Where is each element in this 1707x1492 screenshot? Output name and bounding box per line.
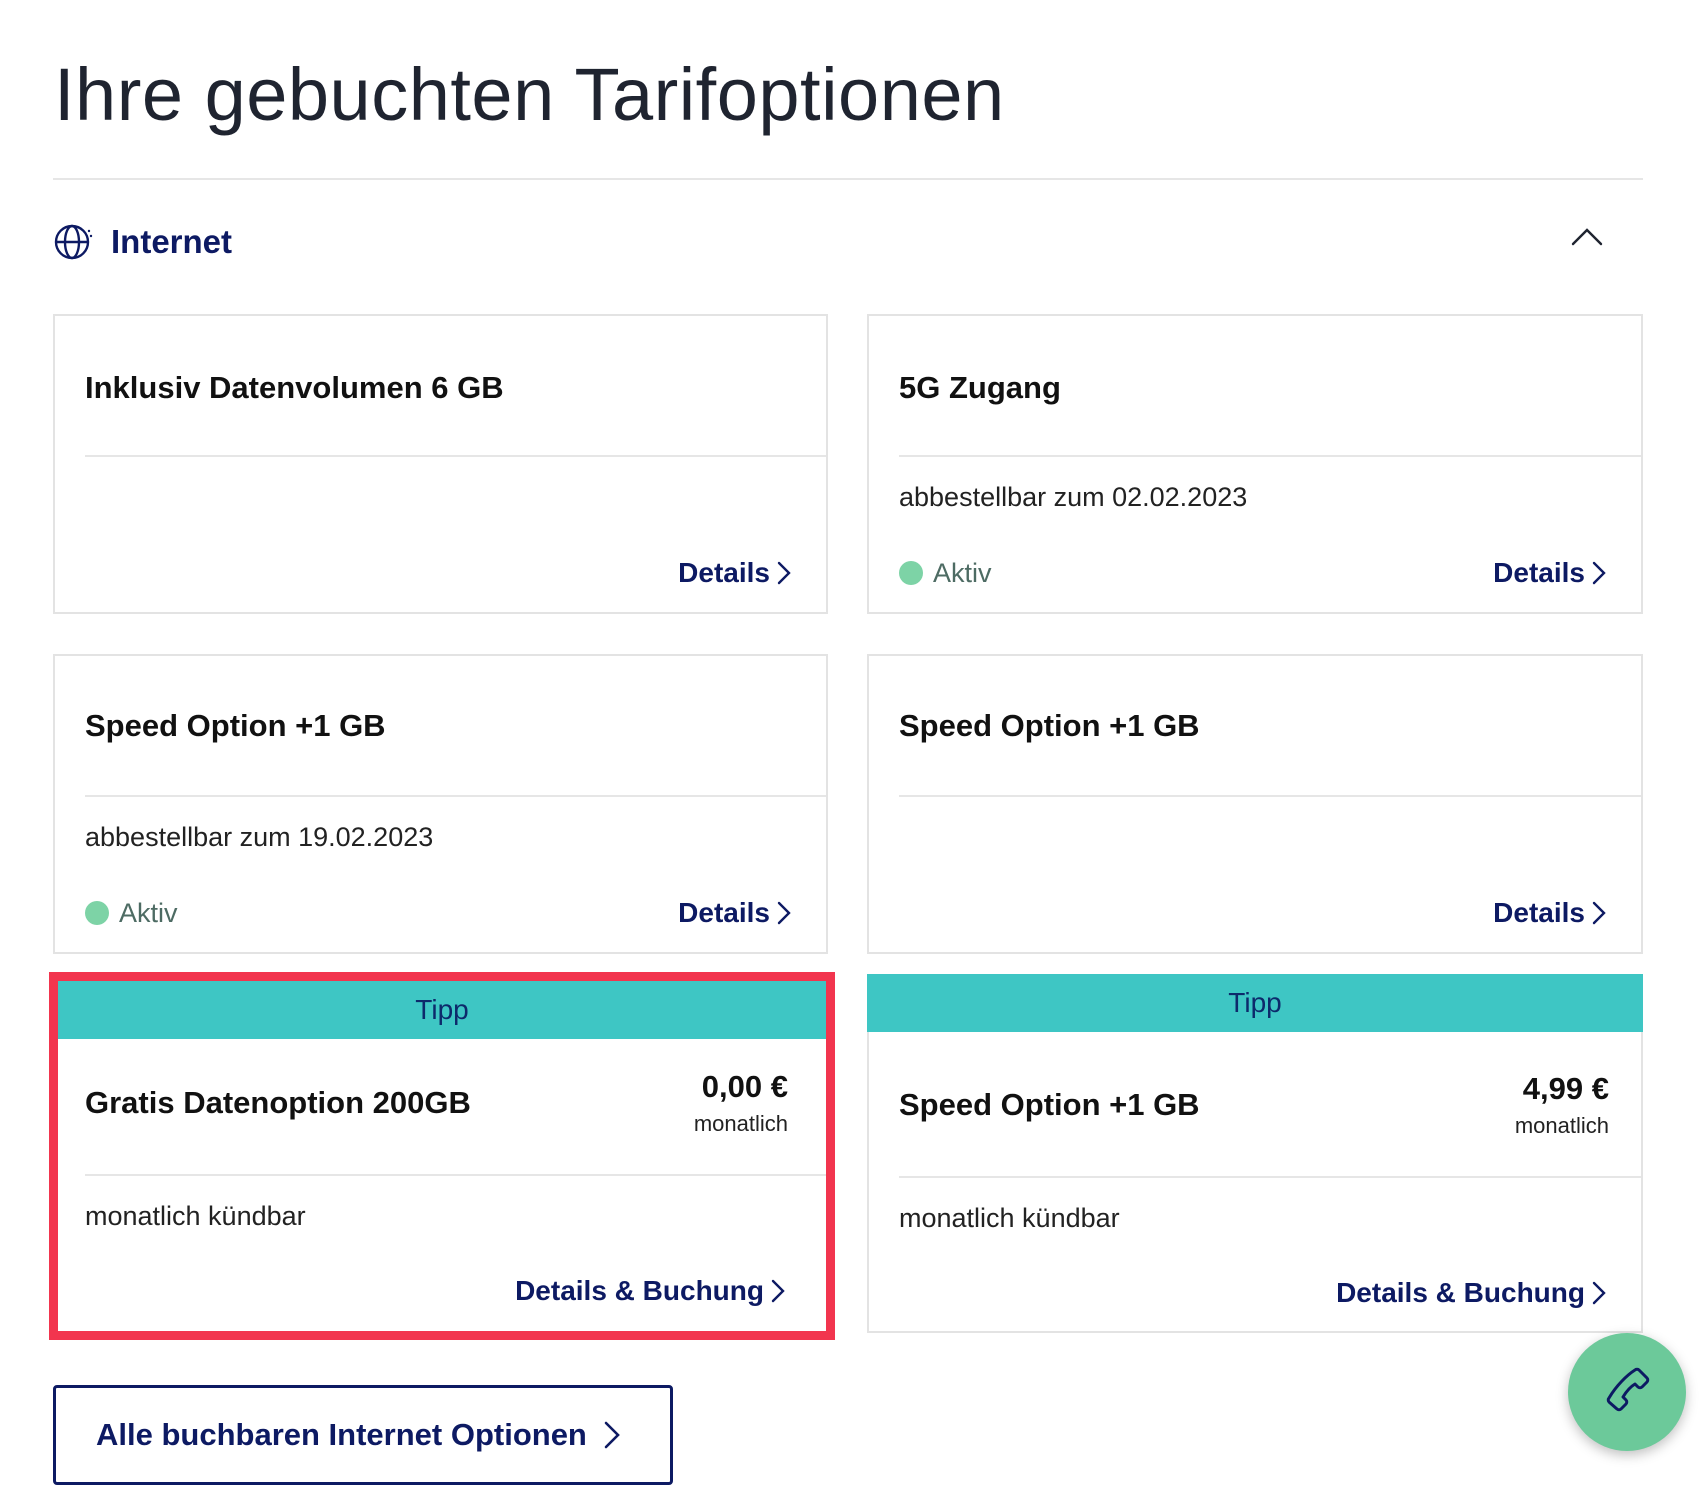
details-link[interactable]: Details <box>678 896 792 930</box>
status-label: Aktiv <box>933 557 992 588</box>
details-link[interactable]: Details <box>678 556 792 590</box>
option-title: Inklusiv Datenvolumen 6 GB <box>85 370 504 405</box>
phone-icon <box>1599 1362 1655 1423</box>
price-block: 4,99 € monatlich <box>1515 1071 1609 1139</box>
chevron-up-icon[interactable] <box>1570 224 1604 248</box>
chevron-right-icon <box>1591 560 1607 586</box>
details-link-label: Details <box>678 557 770 588</box>
chevron-right-icon <box>776 900 792 926</box>
section-header-internet[interactable]: Internet <box>53 218 1643 268</box>
option-title: Speed Option +1 GB <box>899 708 1200 743</box>
price-block: 0,00 € monatlich <box>694 1069 788 1137</box>
chevron-right-icon <box>603 1420 621 1450</box>
tipp-banner: Tipp <box>58 981 826 1039</box>
chevron-right-icon <box>776 560 792 586</box>
chevron-right-icon <box>1591 1280 1607 1306</box>
cancellation-note: monatlich kündbar <box>85 1201 306 1231</box>
price-amount: 0,00 € <box>701 1069 788 1104</box>
option-card: Speed Option +1 GB abbestellbar zum 19.0… <box>53 654 828 954</box>
title-divider <box>53 178 1643 180</box>
card-divider <box>899 1176 1641 1178</box>
option-card: Speed Option +1 GB Details <box>867 654 1643 954</box>
option-title: Speed Option +1 GB <box>85 708 386 743</box>
card-divider <box>85 1174 826 1176</box>
call-button[interactable] <box>1568 1333 1686 1451</box>
globe-icon <box>53 222 93 262</box>
status-indicator: Aktiv <box>899 558 992 588</box>
section-label: Internet <box>111 223 233 260</box>
all-options-label: Alle buchbaren Internet Optionen <box>96 1417 587 1452</box>
details-link-label: Details <box>1493 897 1585 928</box>
option-card: Inklusiv Datenvolumen 6 GB Details <box>53 314 828 614</box>
cancellation-note: abbestellbar zum 02.02.2023 <box>899 482 1248 512</box>
price-period: monatlich <box>1514 1113 1609 1138</box>
details-booking-link[interactable]: Details & Buchung <box>1336 1276 1607 1310</box>
cancellation-note: monatlich kündbar <box>899 1203 1120 1233</box>
details-link-label: Details <box>678 897 770 928</box>
option-title: 5G Zugang <box>899 370 1061 405</box>
page-title: Ihre gebuchten Tarifoptionen <box>54 53 1005 136</box>
details-link-label: Details <box>1493 557 1585 588</box>
offer-title: Speed Option +1 GB <box>899 1087 1200 1122</box>
details-booking-link[interactable]: Details & Buchung <box>515 1274 786 1308</box>
offer-title: Gratis Datenoption 200GB <box>85 1085 471 1120</box>
status-dot <box>85 901 109 925</box>
cancellation-note: abbestellbar zum 19.02.2023 <box>85 822 434 852</box>
details-booking-label: Details & Buchung <box>515 1275 764 1306</box>
price-amount: 4,99 € <box>1522 1071 1609 1106</box>
status-label: Aktiv <box>119 897 178 928</box>
details-booking-label: Details & Buchung <box>1336 1277 1585 1308</box>
details-link[interactable]: Details <box>1493 896 1607 930</box>
card-divider <box>85 795 826 797</box>
details-link[interactable]: Details <box>1493 556 1607 590</box>
card-divider <box>85 455 826 457</box>
all-internet-options-button[interactable]: Alle buchbaren Internet Optionen <box>53 1385 673 1485</box>
status-dot <box>899 561 923 585</box>
option-card: 5G Zugang abbestellbar zum 02.02.2023 Ak… <box>867 314 1643 614</box>
offer-card: Tipp Gratis Datenoption 200GB 0,00 € mon… <box>58 981 826 1331</box>
chevron-right-icon <box>770 1278 786 1304</box>
card-divider <box>899 795 1641 797</box>
status-indicator: Aktiv <box>85 898 178 928</box>
tipp-banner: Tipp <box>867 974 1643 1032</box>
card-divider <box>899 455 1641 457</box>
chevron-right-icon <box>1591 900 1607 926</box>
offer-card: Tipp Speed Option +1 GB 4,99 € monatlich… <box>867 974 1643 1333</box>
price-period: monatlich <box>693 1111 788 1136</box>
